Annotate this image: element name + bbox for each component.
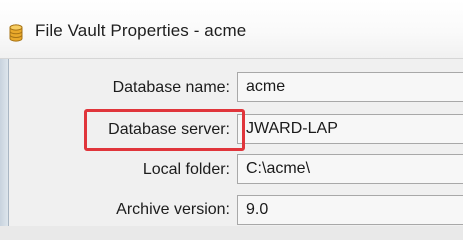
window-title: File Vault Properties - acme (35, 21, 247, 40)
database-name-field[interactable]: acme (237, 72, 463, 102)
database-server-field[interactable]: JWARD-LAP (237, 114, 463, 144)
file-vault-properties-window: File Vault Properties - acme Database na… (0, 0, 463, 226)
archive-version-field[interactable]: 9.0 (237, 195, 463, 225)
database-server-label: Database server: (108, 121, 230, 138)
local-folder-field[interactable]: C:\acme\ (237, 154, 463, 184)
archive-version-label: Archive version: (116, 201, 230, 218)
database-icon (9, 24, 23, 42)
local-folder-label: Local folder: (142, 161, 230, 178)
title-bar[interactable]: File Vault Properties - acme (0, 0, 463, 59)
database-name-label: Database name: (112, 79, 230, 96)
